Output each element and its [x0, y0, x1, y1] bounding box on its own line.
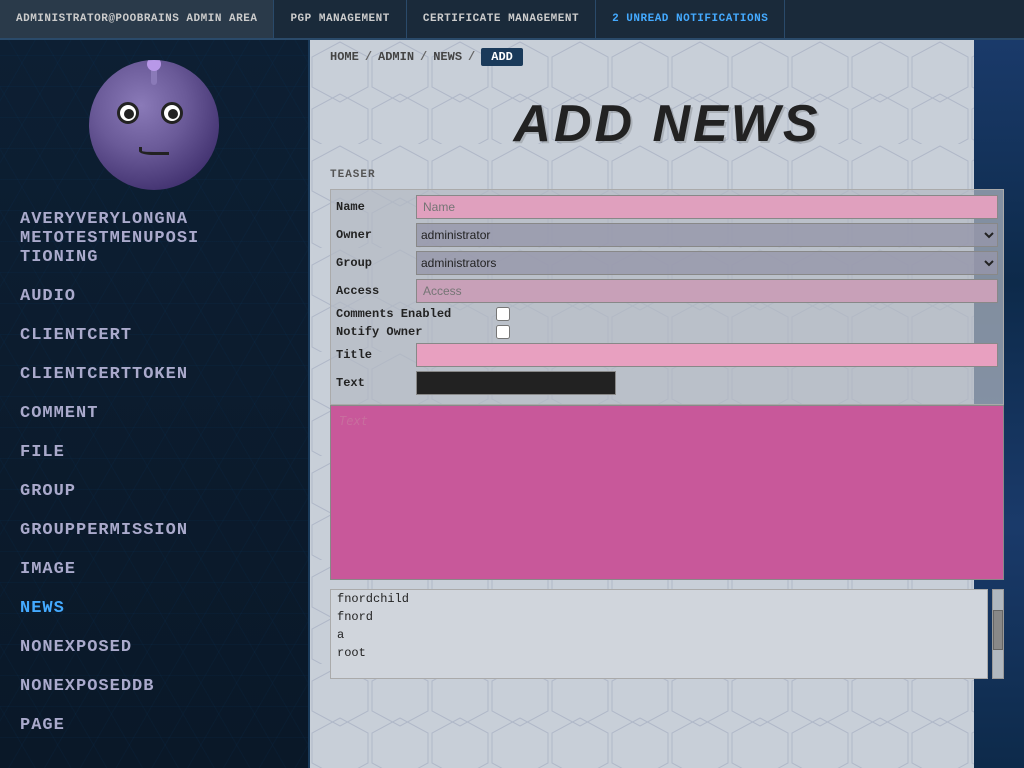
- breadcrumb-admin[interactable]: Admin: [378, 50, 414, 64]
- sidebar-item-nonexposeddb[interactable]: NONEXPOSEDDB: [0, 667, 308, 706]
- scrollbar-track[interactable]: [992, 589, 1004, 679]
- form-grid: Name Owner administrator Group administr…: [330, 189, 1004, 405]
- page-title-area: Add News: [310, 74, 1024, 169]
- textarea-container: [330, 405, 1004, 585]
- breadcrumb: Home / Admin / News / Add: [310, 40, 1024, 74]
- avatar-image: [89, 60, 219, 190]
- title-label: Title: [336, 348, 416, 362]
- text-textarea[interactable]: [330, 405, 1004, 580]
- avatar-left-eye: [117, 102, 139, 124]
- avatar-antenna: [151, 65, 157, 85]
- sidebar-item-comment[interactable]: COMMENT: [0, 394, 308, 433]
- scrollbar-thumb[interactable]: [993, 610, 1003, 650]
- form-row-name: Name: [336, 195, 998, 219]
- sidebar-item-page[interactable]: PAGE: [0, 706, 308, 745]
- section-label: Teaser: [330, 169, 1004, 181]
- notify-checkbox[interactable]: [496, 325, 510, 339]
- form-row-access: Access: [336, 279, 998, 303]
- breadcrumb-sep1: /: [365, 50, 372, 64]
- sidebar: AVERYVERYLONGNA METOTESTMENUPOSI TIONING…: [0, 40, 310, 768]
- form-row-notify: Notify Owner: [336, 325, 998, 339]
- sidebar-item-clientcerttoken[interactable]: CLIENTCERTTOKEN: [0, 355, 308, 394]
- text-input-short: [416, 371, 616, 395]
- avatar-face: [89, 60, 219, 190]
- breadcrumb-sep3: /: [468, 50, 475, 64]
- sidebar-item-avery[interactable]: AVERYVERYLONGNA METOTESTMENUPOSI TIONING: [0, 200, 308, 277]
- certificate-management-link[interactable]: Certificate Management: [407, 0, 596, 38]
- group-select[interactable]: administrators: [416, 251, 998, 275]
- admin-area-link[interactable]: administrator@poobrains Admin Area: [0, 0, 274, 38]
- sidebar-item-grouppermission[interactable]: GROUPPERMISSION: [0, 511, 308, 550]
- access-label: Access: [336, 284, 416, 298]
- form-row-group: Group administrators: [336, 251, 998, 275]
- sidebar-menu: AVERYVERYLONGNA METOTESTMENUPOSI TIONING…: [0, 200, 308, 768]
- comments-checkbox[interactable]: [496, 307, 510, 321]
- group-label: Group: [336, 256, 416, 270]
- top-nav: administrator@poobrains Admin Area PGP M…: [0, 0, 1024, 40]
- owner-select[interactable]: administrator: [416, 223, 998, 247]
- sidebar-item-nonexposed[interactable]: NONEXPOSED: [0, 628, 308, 667]
- form-row-comments: Comments Enabled: [336, 307, 998, 321]
- avatar-right-eye: [161, 102, 183, 124]
- access-input[interactable]: [416, 279, 998, 303]
- sidebar-item-news[interactable]: NEWS: [0, 589, 308, 628]
- sidebar-item-image[interactable]: IMAGE: [0, 550, 308, 589]
- avatar: [89, 60, 219, 190]
- page-title: Add News: [310, 94, 1024, 154]
- list-item-root[interactable]: root: [331, 644, 987, 662]
- title-input[interactable]: [416, 343, 998, 367]
- comments-label: Comments Enabled: [336, 307, 496, 321]
- list-item-a[interactable]: a: [331, 626, 987, 644]
- form-row-title: Title: [336, 343, 998, 367]
- list-item-fnord[interactable]: fnord: [331, 608, 987, 626]
- sidebar-item-clientcert[interactable]: CLIENTCERT: [0, 316, 308, 355]
- sidebar-item-file[interactable]: FILE: [0, 433, 308, 472]
- notifications-link[interactable]: 2 Unread Notifications: [596, 0, 785, 38]
- sidebar-item-audio[interactable]: AUDIO: [0, 277, 308, 316]
- pgp-management-link[interactable]: PGP Management: [274, 0, 406, 38]
- breadcrumb-current: Add: [481, 48, 523, 66]
- breadcrumb-sep2: /: [420, 50, 427, 64]
- notify-label: Notify Owner: [336, 325, 496, 339]
- name-label: Name: [336, 200, 416, 214]
- list-box[interactable]: fnordchildfnordaroot: [330, 589, 988, 679]
- content-area: Home / Admin / News / Add Add News Tease…: [310, 40, 1024, 768]
- avatar-mouth: [139, 147, 169, 155]
- bottom-list: fnordchildfnordaroot: [330, 589, 1004, 679]
- list-item-fnordchild[interactable]: fnordchild: [331, 590, 987, 608]
- form-row-owner: Owner administrator: [336, 223, 998, 247]
- owner-label: Owner: [336, 228, 416, 242]
- form-row-text: Text: [336, 371, 998, 395]
- breadcrumb-news[interactable]: News: [433, 50, 462, 64]
- form-section: Teaser Name Owner administrator Group ad…: [310, 169, 1024, 405]
- main-layout: AVERYVERYLONGNA METOTESTMENUPOSI TIONING…: [0, 40, 1024, 768]
- breadcrumb-home[interactable]: Home: [330, 50, 359, 64]
- name-input[interactable]: [416, 195, 998, 219]
- sidebar-item-group[interactable]: GROUP: [0, 472, 308, 511]
- text-label: Text: [336, 376, 416, 390]
